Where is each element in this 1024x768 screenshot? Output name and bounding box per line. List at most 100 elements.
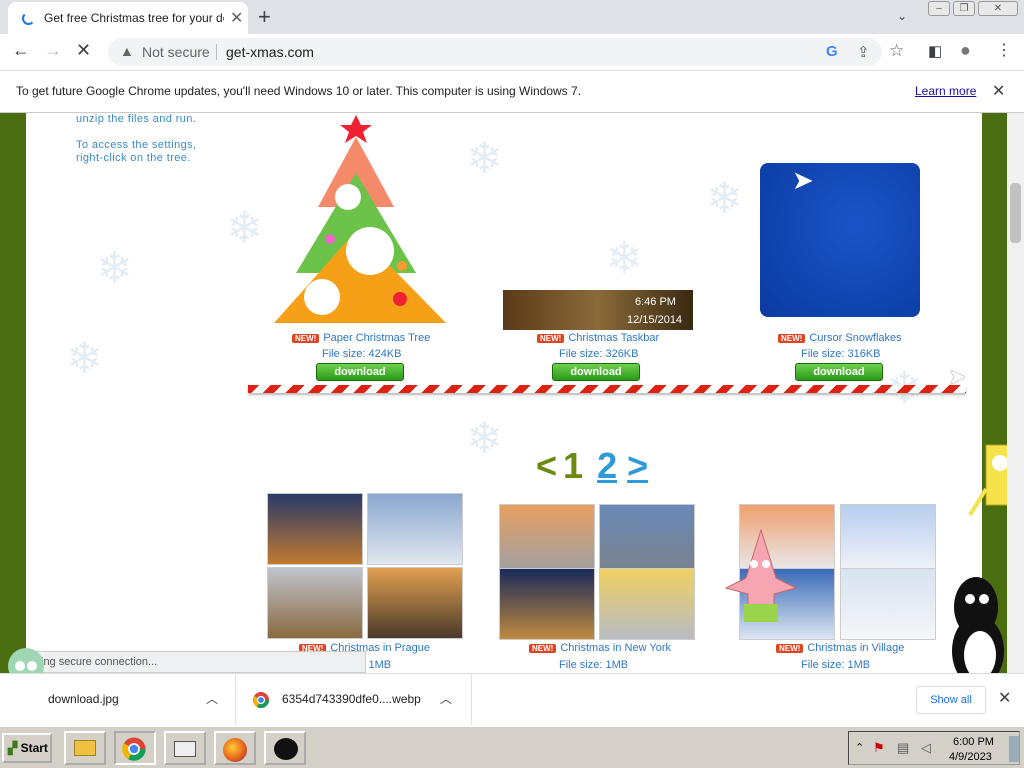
show-all-button[interactable]: Show all: [916, 686, 986, 714]
snowflake-icon: ❄: [706, 174, 743, 223]
download-filename[interactable]: download.jpg: [48, 692, 119, 706]
back-icon[interactable]: ←: [12, 40, 30, 61]
security-label[interactable]: Not secure: [142, 44, 210, 60]
menu-kebab-icon[interactable]: ⋮: [996, 40, 1012, 60]
vertical-scrollbar[interactable]: [1007, 113, 1024, 673]
chrome-icon: [252, 692, 270, 709]
loading-spinner-icon: [22, 12, 35, 25]
show-hidden-icons-icon[interactable]: ⌃: [855, 741, 864, 754]
stop-loading-icon[interactable]: ✕: [76, 40, 91, 61]
url-text[interactable]: get-xmas.com: [226, 44, 314, 60]
cursor-snowflakes-download-button[interactable]: download: [795, 363, 883, 381]
chrome-icon[interactable]: [114, 731, 156, 765]
pagination-next[interactable]: >: [627, 445, 648, 486]
volume-muted-icon[interactable]: ◁: [921, 740, 931, 756]
instruction-line: right-click on the tree.: [76, 152, 191, 164]
snowflake-icon: ❄: [606, 234, 643, 283]
new-york-thumbnail[interactable]: [599, 504, 695, 576]
pagination-prev[interactable]: <: [536, 445, 557, 486]
christmas-taskbar-title[interactable]: NEW! Christmas Taskbar: [537, 332, 659, 344]
page-viewport: ❄ ❄ ❄ ❄ ❄ ❄ ❄ ❄ unzip the files and run.…: [0, 113, 1024, 673]
new-york-thumbnail[interactable]: [599, 568, 695, 640]
minimize-button[interactable]: –: [928, 1, 950, 16]
new-york-thumbnail[interactable]: [499, 504, 595, 576]
clock-time[interactable]: 6:00 PM: [953, 736, 994, 748]
download-filename[interactable]: 6354d743390dfe0....webp: [282, 692, 421, 706]
pagination-page-2[interactable]: 2: [597, 445, 617, 486]
side-panel-icon[interactable]: ◧: [928, 42, 942, 60]
paper-tree-download-button[interactable]: download: [316, 363, 404, 381]
action-center-icon[interactable]: ⚑: [873, 740, 885, 756]
new-york-size: File size: 1MB: [559, 659, 629, 671]
windows-logo-icon: ▞: [8, 741, 18, 755]
forward-icon[interactable]: →: [44, 40, 62, 61]
google-lens-icon[interactable]: G: [826, 43, 838, 60]
divider: [216, 44, 217, 60]
candy-cane-divider: [248, 385, 966, 393]
page-content: ❄ ❄ ❄ ❄ ❄ ❄ ❄ ❄ unzip the files and run.…: [26, 113, 982, 673]
close-window-button[interactable]: ✕: [978, 1, 1018, 16]
instruction-line: To access the settings,: [76, 139, 197, 151]
profile-avatar-icon[interactable]: ●: [960, 40, 971, 61]
chevron-up-icon[interactable]: ︿: [206, 690, 218, 707]
new-york-title[interactable]: NEW! Christmas in New York: [529, 642, 671, 654]
download-shelf-close-icon[interactable]: ✕: [998, 688, 1011, 708]
new-badge: NEW!: [537, 334, 565, 343]
network-icon[interactable]: ▤: [897, 740, 909, 756]
village-title[interactable]: NEW! Christmas in Village: [776, 642, 904, 654]
paper-tree-title[interactable]: NEW! Paper Christmas Tree: [292, 332, 430, 344]
chevron-up-icon[interactable]: ︿: [440, 690, 452, 707]
learn-more-link[interactable]: Learn more: [915, 84, 976, 98]
active-tab[interactable]: Get free Christmas tree for your de ✕: [8, 2, 248, 34]
download-item[interactable]: download.jpg ︿: [0, 674, 236, 726]
tab-strip: Get free Christmas tree for your de ✕ + …: [0, 0, 1024, 34]
windows-taskbar: ▞ Start ⌃ ⚑ ▤ ◁ 6:00 PM 4/9/2023: [0, 725, 1024, 768]
tab-close-icon[interactable]: ✕: [230, 8, 243, 28]
restore-button[interactable]: ❐: [953, 1, 975, 16]
folder-icon[interactable]: [164, 731, 206, 765]
clock-date[interactable]: 4/9/2023: [949, 751, 992, 763]
status-bubble: ing secure connection...: [26, 651, 366, 673]
warning-triangle-icon[interactable]: ▲: [120, 43, 134, 59]
tab-title: Get free Christmas tree for your de: [44, 11, 224, 25]
instruction-line: unzip the files and run.: [76, 113, 197, 125]
address-bar[interactable]: ▲ Not secure get-xmas.com G ⇪ ☆: [108, 38, 904, 66]
infobar-close-icon[interactable]: ✕: [992, 81, 1005, 101]
bookmark-star-icon[interactable]: ☆: [889, 41, 904, 61]
update-infobar: To get future Google Chrome updates, you…: [0, 71, 1024, 113]
mouse-pointer-icon: ➤: [948, 364, 967, 389]
new-badge: NEW!: [776, 644, 804, 653]
share-icon[interactable]: ⇪: [857, 43, 870, 61]
firefox-icon[interactable]: [214, 731, 256, 765]
cursor-snowflakes-image[interactable]: ➤: [760, 163, 920, 317]
browser-toolbar: ← → ✕ ▲ Not secure get-xmas.com G ⇪ ☆ ◧ …: [0, 34, 1024, 71]
preview-clock-date: 12/15/2014: [627, 314, 683, 326]
paper-christmas-tree-image[interactable]: [270, 113, 450, 328]
prague-thumbnail[interactable]: [267, 493, 363, 565]
pingu-icon[interactable]: [264, 731, 306, 765]
cursor-snowflakes-title[interactable]: NEW! Cursor Snowflakes: [778, 332, 902, 344]
new-badge: NEW!: [292, 334, 320, 343]
show-desktop-button[interactable]: [1009, 736, 1019, 762]
prague-thumbnail[interactable]: [267, 567, 363, 639]
card-title-text: Cursor Snowflakes: [809, 332, 902, 344]
new-york-thumbnail[interactable]: [499, 568, 595, 640]
card-title-text: Paper Christmas Tree: [323, 332, 431, 344]
christmas-taskbar-download-button[interactable]: download: [552, 363, 640, 381]
prague-thumbnail[interactable]: [367, 567, 463, 639]
instruction-line: [76, 126, 196, 139]
download-item[interactable]: 6354d743390dfe0....webp ︿: [236, 674, 472, 726]
new-tab-icon[interactable]: +: [258, 4, 271, 30]
prague-thumbnail[interactable]: [367, 493, 463, 565]
file-explorer-icon[interactable]: [64, 731, 106, 765]
start-button[interactable]: ▞ Start: [2, 733, 52, 763]
infobar-message: To get future Google Chrome updates, you…: [16, 84, 582, 98]
scrollbar-thumb[interactable]: [1010, 183, 1021, 243]
village-thumbnail[interactable]: [840, 568, 936, 640]
pagination-page-current: 1: [563, 445, 584, 486]
paper-tree-size: File size: 424KB: [322, 348, 402, 360]
christmas-taskbar-image[interactable]: 6:46 PM 12/15/2014: [503, 290, 693, 330]
download-shelf: download.jpg ︿ 6354d743390dfe0....webp ︿…: [0, 673, 1024, 726]
tab-search-chevron-icon[interactable]: ⌄: [897, 9, 907, 23]
village-thumbnail[interactable]: [840, 504, 936, 576]
